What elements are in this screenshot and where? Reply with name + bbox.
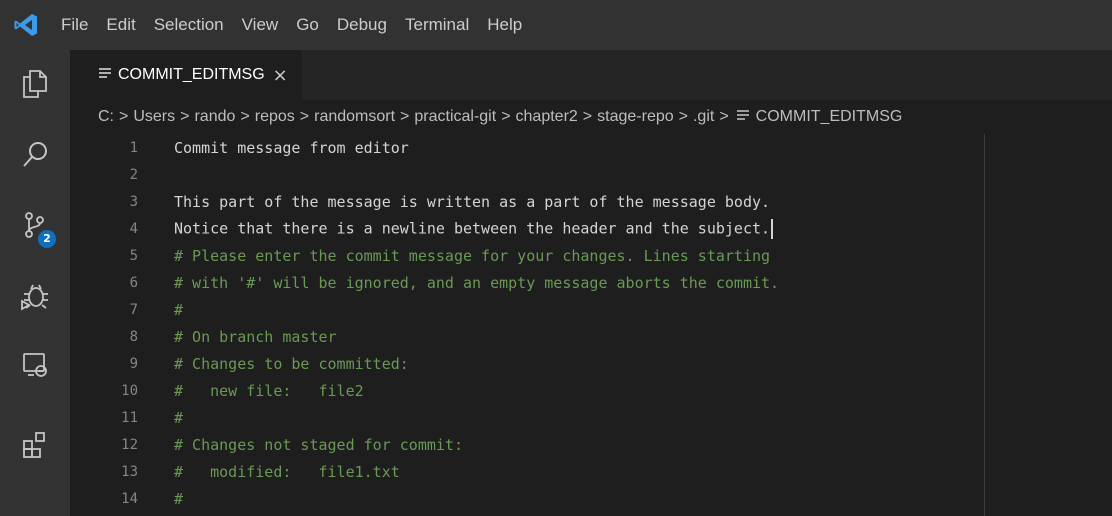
menu-terminal[interactable]: Terminal (396, 0, 478, 50)
breadcrumb-item[interactable]: .git (693, 108, 714, 126)
editor-line: 8 # On branch master (70, 323, 1112, 350)
code-comment: # with '#' will be ignored, and an empty… (174, 273, 780, 292)
breadcrumb-separator: > (719, 108, 729, 125)
tab-bar: COMMIT_EDITMSG × (70, 50, 1112, 100)
editor-line: 6 # with '#' will be ignored, and an empt… (70, 269, 1112, 296)
close-icon[interactable]: × (273, 65, 288, 86)
editor-line: 10 # new file: file2 (70, 377, 1112, 404)
breadcrumb-item[interactable]: chapter2 (516, 108, 578, 126)
breadcrumb-item[interactable]: stage-repo (597, 108, 674, 126)
tab-label: COMMIT_EDITMSG (118, 66, 265, 83)
breadcrumb-item[interactable]: rando (194, 108, 235, 126)
editor-line: 3 This part of the message is written as … (70, 188, 1112, 215)
menu-selection[interactable]: Selection (145, 0, 233, 50)
code-comment: # Please enter the commit message for yo… (174, 246, 771, 265)
menu-go[interactable]: Go (287, 0, 328, 50)
extensions-icon[interactable] (0, 415, 70, 475)
remote-explorer-icon[interactable] (0, 335, 70, 395)
breadcrumb: C: > Users > rando > repos > randomsort > practica… (70, 100, 1112, 134)
line-number: 3 (129, 193, 138, 210)
line-number: 6 (129, 274, 138, 291)
code-comment: # Changes to be committed: (174, 354, 409, 373)
editor-line: 14 # (70, 485, 1112, 512)
line-number: 10 (121, 382, 138, 399)
editor-line: 9 # Changes to be committed: (70, 350, 1112, 377)
line-number: 4 (129, 220, 138, 237)
code-comment: # (174, 300, 184, 319)
text-cursor (771, 218, 774, 239)
line-number: 9 (129, 355, 138, 372)
code-comment: # modified: file1.txt (174, 462, 400, 481)
line-number: 7 (129, 301, 138, 318)
vscode-logo-icon (0, 0, 52, 50)
breadcrumb-item[interactable]: Users (133, 108, 175, 126)
code-text: Notice that there is a newline between t… (174, 218, 774, 239)
editor-line: 13 # modified: file1.txt (70, 458, 1112, 485)
search-icon[interactable] (0, 125, 70, 185)
breadcrumb-separator: > (501, 108, 511, 125)
line-number: 11 (121, 409, 138, 426)
line-number: 2 (129, 166, 138, 183)
breadcrumb-separator: > (299, 108, 310, 125)
code-comment: # Changes not staged for commit: (174, 435, 463, 454)
breadcrumb-separator: > (582, 108, 593, 125)
activity-bar: 2 (0, 50, 70, 516)
editor[interactable]: 1 Commit message from editor 2 3 This part o… (70, 134, 1112, 516)
plaintext-file-icon (98, 66, 112, 84)
code-comment: # new file: file2 (174, 381, 364, 400)
code-comment: # (174, 489, 184, 508)
line-number: 12 (121, 436, 138, 453)
breadcrumb-separator: > (240, 108, 250, 125)
breadcrumb-item-file[interactable]: COMMIT_EDITMSG (734, 108, 903, 126)
breadcrumb-item[interactable]: repos (255, 108, 295, 126)
breadcrumb-item[interactable]: practical-git (414, 108, 496, 126)
line-number: 1 (129, 139, 138, 156)
breadcrumb-label: COMMIT_EDITMSG (755, 108, 903, 125)
menu-debug[interactable]: Debug (328, 0, 396, 50)
line-number: 5 (129, 247, 138, 264)
editor-line: 5 # Please enter the commit message for y… (70, 242, 1112, 269)
code-text: This part of the message is written as a… (174, 192, 771, 211)
menu-edit[interactable]: Edit (97, 0, 144, 50)
editor-line: 2 (70, 161, 1112, 188)
line-number: 14 (121, 490, 138, 507)
code-text: Commit message from editor (174, 138, 409, 157)
editor-line: 1 Commit message from editor (70, 134, 1112, 161)
line-number: 8 (129, 328, 138, 345)
breadcrumb-separator: > (180, 108, 190, 125)
tab-commit-editmsg[interactable]: COMMIT_EDITMSG × (70, 50, 302, 100)
editor-line: 11 # (70, 404, 1112, 431)
breadcrumb-separator: > (119, 108, 129, 125)
source-control-icon[interactable]: 2 (0, 195, 70, 255)
breadcrumb-item[interactable]: C: (98, 108, 114, 126)
line-number: 13 (121, 463, 138, 480)
menu-view[interactable]: View (233, 0, 288, 50)
menu-help[interactable]: Help (478, 0, 531, 50)
breadcrumb-separator: > (400, 108, 410, 125)
debug-icon[interactable] (0, 265, 70, 325)
explorer-icon[interactable] (0, 54, 70, 114)
editor-line: 12 # Changes not staged for commit: (70, 431, 1112, 458)
breadcrumb-item[interactable]: randomsort (314, 108, 395, 126)
menu-file[interactable]: File (52, 0, 97, 50)
vscode-window: File Edit Selection View Go Debug Terminal Help (0, 0, 1112, 516)
code-comment: # On branch master (174, 327, 337, 346)
breadcrumb-separator: > (678, 108, 688, 125)
menu-bar: File Edit Selection View Go Debug Terminal Help (0, 0, 1112, 50)
plaintext-file-icon (736, 108, 750, 126)
code-comment: # (174, 408, 184, 427)
source-control-badge: 2 (38, 230, 56, 248)
editor-line: 7 # (70, 296, 1112, 323)
editor-line: 4 Notice that there is a newline between … (70, 215, 1112, 242)
